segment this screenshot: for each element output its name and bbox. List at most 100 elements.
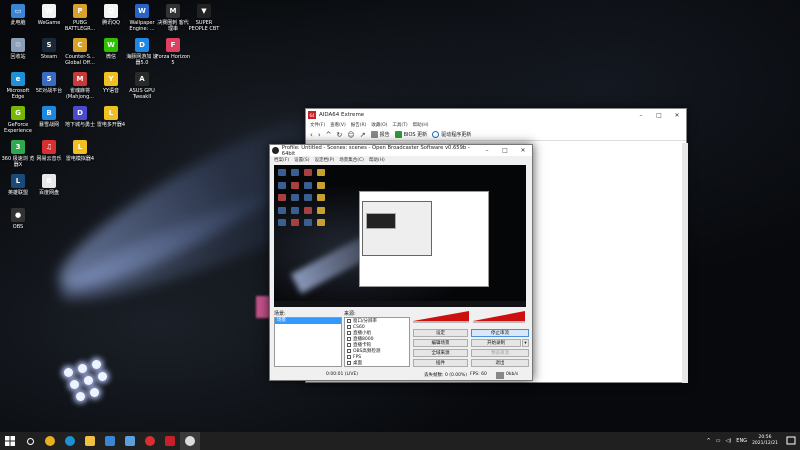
bitrate-indicator-icon bbox=[496, 372, 504, 379]
forward-icon[interactable]: › bbox=[318, 131, 321, 139]
desktop-icon[interactable]: B 百度网盘 bbox=[31, 170, 67, 210]
minimize-icon[interactable]: – bbox=[632, 112, 650, 119]
network-icon[interactable]: ▭ bbox=[716, 438, 721, 444]
app-icon: D bbox=[73, 106, 87, 120]
preview-stream-button[interactable]: 预览串流 bbox=[471, 349, 529, 357]
app-icon: B bbox=[42, 106, 56, 120]
driver-update-label: 驱动程序更新 bbox=[441, 132, 472, 138]
obs-preview[interactable] bbox=[274, 165, 526, 307]
obs-window[interactable]: Profile: Untitled - Scenes: scenes - Ope… bbox=[269, 144, 533, 381]
app-icon: L bbox=[73, 140, 87, 154]
taskbar-chrome-icon[interactable] bbox=[40, 432, 60, 450]
desktop-icon[interactable]: L 雷电模拟器4 bbox=[62, 136, 98, 176]
clock[interactable]: 20:56 2021/12/21 bbox=[752, 435, 778, 447]
obs-menu-profiles[interactable]: 设定档(P) bbox=[314, 157, 334, 163]
scenes-list[interactable]: 场景 bbox=[274, 317, 342, 367]
source-checkbox[interactable] bbox=[347, 355, 351, 359]
plugins-button[interactable]: 插件 bbox=[413, 359, 468, 367]
taskbar-explorer-icon[interactable] bbox=[80, 432, 100, 450]
back-icon[interactable]: ‹ bbox=[310, 131, 313, 139]
bios-update-button[interactable]: BIOS 更新 bbox=[394, 131, 427, 138]
source-checkbox[interactable] bbox=[347, 331, 351, 335]
driver-update-button[interactable]: 驱动程序更新 bbox=[432, 131, 471, 138]
app-icon: S bbox=[42, 38, 56, 52]
download-icon bbox=[394, 131, 402, 138]
aida64-menu-tools[interactable]: 工具(T) bbox=[392, 122, 407, 128]
source-checkbox[interactable] bbox=[347, 361, 351, 365]
edit-scene-button[interactable]: 编辑场景 bbox=[413, 339, 468, 347]
volume-icon[interactable]: ◁) bbox=[725, 438, 731, 444]
obs-titlebar[interactable]: Profile: Untitled - Scenes: scenes - Ope… bbox=[270, 145, 532, 157]
aida64-menu-file[interactable]: 文件(F) bbox=[310, 122, 325, 128]
close-icon[interactable]: ✕ bbox=[668, 112, 686, 119]
settings-button[interactable]: 设定 bbox=[413, 329, 468, 337]
app-icon: 3 bbox=[11, 140, 25, 154]
record-dropdown-icon[interactable]: ▾ bbox=[522, 339, 529, 347]
source-checkbox[interactable] bbox=[347, 325, 351, 329]
sources-list[interactable]: 窗口/分辨率 CS60 直播小组 直播8000 直播卡钩 OBS高频检测 FPS 桌面 bbox=[344, 317, 410, 367]
obs-close-icon[interactable]: ✕ bbox=[514, 147, 532, 154]
obs-menu-scene-collection[interactable]: 场景集合(C) bbox=[339, 157, 364, 163]
source-checkbox[interactable] bbox=[347, 343, 351, 347]
notification-icon[interactable] bbox=[786, 436, 796, 446]
taskbar-netease-music-icon[interactable] bbox=[140, 432, 160, 450]
clock-date: 2021/12/21 bbox=[752, 441, 778, 446]
exit-button[interactable]: 退出 bbox=[471, 359, 529, 367]
aida64-titlebar[interactable]: 64 AIDA64 Extreme – □ ✕ bbox=[306, 109, 686, 121]
aida64-menu-help[interactable]: 帮助(H) bbox=[413, 122, 429, 128]
aida64-scrollbar[interactable] bbox=[682, 143, 688, 383]
aida64-menu-report[interactable]: 报告(R) bbox=[351, 122, 367, 128]
taskbar-aida64-icon[interactable] bbox=[160, 432, 180, 450]
preview-taskbar bbox=[274, 301, 526, 307]
scene-item[interactable]: 场景 bbox=[275, 318, 341, 324]
obs-menu-settings[interactable]: 设置(S) bbox=[294, 157, 309, 163]
source-label: CS60 bbox=[353, 324, 365, 330]
source-checkbox[interactable] bbox=[347, 337, 351, 341]
aida64-menu-view[interactable]: 查看(V) bbox=[330, 122, 346, 128]
desktop-icon[interactable]: A ASUS GPU TweakII bbox=[124, 68, 160, 108]
taskbar-store-icon[interactable] bbox=[100, 432, 120, 450]
preview-nested-preview bbox=[366, 213, 396, 229]
obs-maximize-icon[interactable]: □ bbox=[496, 147, 514, 154]
source-item[interactable]: 桌面 bbox=[345, 360, 409, 366]
taskbar-obs-icon[interactable] bbox=[180, 432, 200, 450]
report-button[interactable]: 报告 bbox=[370, 131, 390, 138]
user-icon[interactable]: ☺ bbox=[347, 131, 354, 139]
global-sources-button[interactable]: 全域来源 bbox=[413, 349, 468, 357]
desktop-icon[interactable]: ● OBS bbox=[0, 204, 36, 244]
obs-minimize-icon[interactable]: – bbox=[478, 147, 496, 154]
stop-stream-button[interactable]: 停止串流 bbox=[471, 329, 529, 337]
aida64-toolbar: ‹ › ^ ↻ ☺ ↗ 报告 BIOS 更新 驱动程序更新 bbox=[306, 129, 686, 141]
start-record-button[interactable]: 开始录制 bbox=[471, 339, 521, 347]
desktop-icon[interactable]: L 雷电多开器4 bbox=[93, 102, 129, 142]
obs-menu-help[interactable]: 帮助(H) bbox=[369, 157, 385, 163]
app-icon: L bbox=[104, 106, 118, 120]
report-icon bbox=[370, 131, 378, 138]
windows-icon bbox=[5, 436, 15, 446]
desktop-icon[interactable]: ▼ SUPER PEOPLE CBT bbox=[186, 0, 222, 40]
app-icon: ● bbox=[11, 208, 25, 222]
start-button[interactable] bbox=[0, 432, 20, 450]
obs-menu-profile[interactable]: 档案(F) bbox=[274, 157, 289, 163]
up-icon[interactable]: ^ bbox=[326, 131, 332, 139]
chart-icon[interactable]: ↗ bbox=[360, 131, 366, 139]
report-label: 报告 bbox=[379, 132, 390, 138]
taskbar-edge-icon[interactable] bbox=[60, 432, 80, 450]
taskbar-search-icon[interactable] bbox=[20, 432, 40, 450]
app-icon: 5 bbox=[42, 72, 56, 86]
maximize-icon[interactable]: □ bbox=[650, 112, 668, 119]
source-checkbox[interactable] bbox=[347, 319, 351, 323]
desktop-volume-slider[interactable] bbox=[413, 321, 469, 323]
desktop-icon[interactable]: F Forza Horizon 5 bbox=[155, 34, 191, 74]
taskbar-mail-icon[interactable] bbox=[120, 432, 140, 450]
language-indicator[interactable]: ENG bbox=[736, 438, 747, 444]
aida64-title: AIDA64 Extreme bbox=[319, 112, 365, 118]
desktop-audio-meter bbox=[413, 311, 469, 321]
app-icon: C bbox=[73, 38, 87, 52]
mic-volume-slider[interactable] bbox=[473, 321, 525, 323]
refresh-icon[interactable]: ↻ bbox=[337, 131, 343, 139]
app-icon: W bbox=[104, 38, 118, 52]
aida64-menu-favorites[interactable]: 收藏(O) bbox=[371, 122, 387, 128]
source-checkbox[interactable] bbox=[347, 349, 351, 353]
tray-chevron-icon[interactable]: ^ bbox=[707, 438, 711, 444]
